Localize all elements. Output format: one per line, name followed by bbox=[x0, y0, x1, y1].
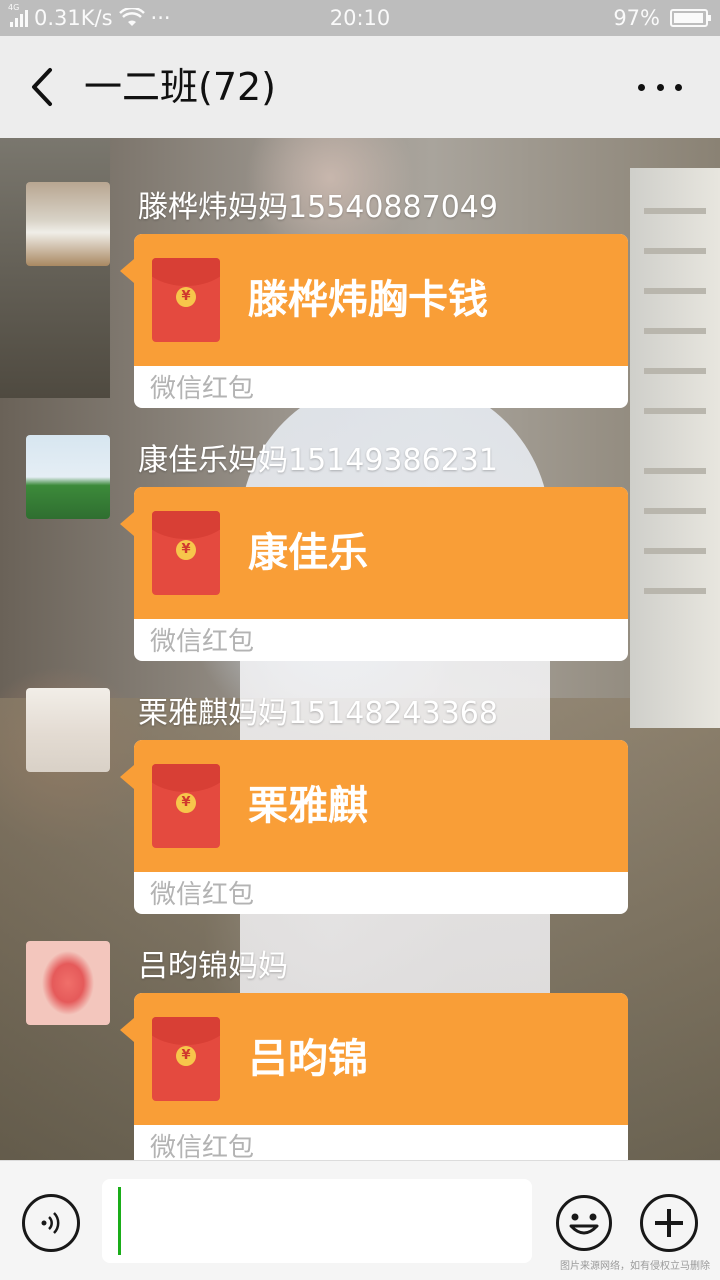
more-options-button[interactable] bbox=[638, 76, 682, 98]
red-packet-body: ¥ 栗雅麒 bbox=[134, 740, 628, 872]
red-packet[interactable]: ¥ 滕桦炜胸卡钱 微信红包 bbox=[134, 234, 628, 408]
battery-fill bbox=[674, 13, 704, 23]
emoji-icon bbox=[556, 1195, 612, 1251]
red-packet-title: 康佳乐 bbox=[248, 530, 368, 576]
sender-name: 吕昀锦妈妈 bbox=[138, 949, 288, 984]
red-packet-body: ¥ 滕桦炜胸卡钱 bbox=[134, 234, 628, 366]
avatar[interactable] bbox=[26, 182, 110, 266]
voice-button[interactable] bbox=[22, 1194, 80, 1252]
red-envelope-icon: ¥ bbox=[152, 1017, 220, 1101]
yuan-coin-icon: ¥ bbox=[176, 1046, 196, 1066]
message-item: 栗雅麒妈妈15148243368 ¥ 栗雅麒 微信红包 bbox=[0, 644, 720, 914]
status-bar: 4G 0.31K/s ··· 20:10 97% bbox=[0, 0, 720, 36]
red-envelope-icon: ¥ bbox=[152, 511, 220, 595]
chat-area[interactable]: 滕桦炜妈妈15540887049 ¥ 滕桦炜胸卡钱 微信红包 康佳乐妈妈1514… bbox=[0, 138, 720, 1160]
avatar[interactable] bbox=[26, 435, 110, 519]
voice-icon bbox=[41, 1212, 60, 1234]
chat-header: 一二班(72) bbox=[0, 36, 720, 138]
red-packet-title: 栗雅麒 bbox=[248, 783, 368, 829]
page-title: 一二班(72) bbox=[84, 65, 277, 109]
sender-name: 栗雅麒妈妈15148243368 bbox=[138, 696, 498, 731]
bubble-tail bbox=[120, 512, 134, 536]
red-packet-body: ¥ 康佳乐 bbox=[134, 487, 628, 619]
message-item: 滕桦炜妈妈15540887049 ¥ 滕桦炜胸卡钱 微信红包 bbox=[0, 138, 720, 408]
red-envelope-icon: ¥ bbox=[152, 258, 220, 342]
sender-name: 滕桦炜妈妈15540887049 bbox=[138, 190, 498, 225]
red-packet[interactable]: ¥ 吕昀锦 微信红包 bbox=[134, 993, 628, 1160]
yuan-coin-icon: ¥ bbox=[176, 793, 196, 813]
back-button[interactable] bbox=[22, 66, 62, 108]
message-item: 康佳乐妈妈15149386231 ¥ 康佳乐 微信红包 bbox=[0, 391, 720, 661]
bubble-tail bbox=[120, 259, 134, 283]
red-packet[interactable]: ¥ 康佳乐 微信红包 bbox=[134, 487, 628, 661]
battery-icon bbox=[670, 9, 711, 27]
watermark-text: 图片来源网络，如有侵权立马删除 bbox=[560, 1261, 710, 1272]
status-time: 20:10 bbox=[329, 6, 391, 30]
red-packet-title: 吕昀锦 bbox=[248, 1036, 368, 1082]
avatar[interactable] bbox=[26, 688, 110, 772]
avatar[interactable] bbox=[26, 941, 110, 1025]
text-caret bbox=[118, 1187, 121, 1255]
red-packet-footer: 微信红包 bbox=[150, 1133, 255, 1160]
message-input[interactable] bbox=[102, 1179, 532, 1263]
plus-circle-icon[interactable] bbox=[640, 1194, 698, 1252]
sender-name: 康佳乐妈妈15149386231 bbox=[138, 443, 498, 478]
red-packet[interactable]: ¥ 栗雅麒 微信红包 bbox=[134, 740, 628, 914]
status-right: 97% bbox=[613, 0, 711, 36]
message-item: 吕昀锦妈妈 ¥ 吕昀锦 微信红包 bbox=[0, 897, 720, 1160]
red-envelope-icon: ¥ bbox=[152, 764, 220, 848]
bubble-tail bbox=[120, 765, 134, 789]
red-packet-body: ¥ 吕昀锦 bbox=[134, 993, 628, 1125]
chevron-left-icon bbox=[32, 68, 52, 106]
bubble-tail bbox=[120, 1018, 134, 1042]
yuan-coin-icon: ¥ bbox=[176, 540, 196, 560]
battery-percent: 97% bbox=[613, 6, 660, 30]
yuan-coin-icon: ¥ bbox=[176, 287, 196, 307]
red-packet-title: 滕桦炜胸卡钱 bbox=[248, 277, 488, 323]
emoji-button[interactable] bbox=[555, 1194, 613, 1252]
more-dots-icon bbox=[638, 83, 645, 91]
input-bar: 图片来源网络，如有侵权立马删除 bbox=[0, 1160, 720, 1280]
